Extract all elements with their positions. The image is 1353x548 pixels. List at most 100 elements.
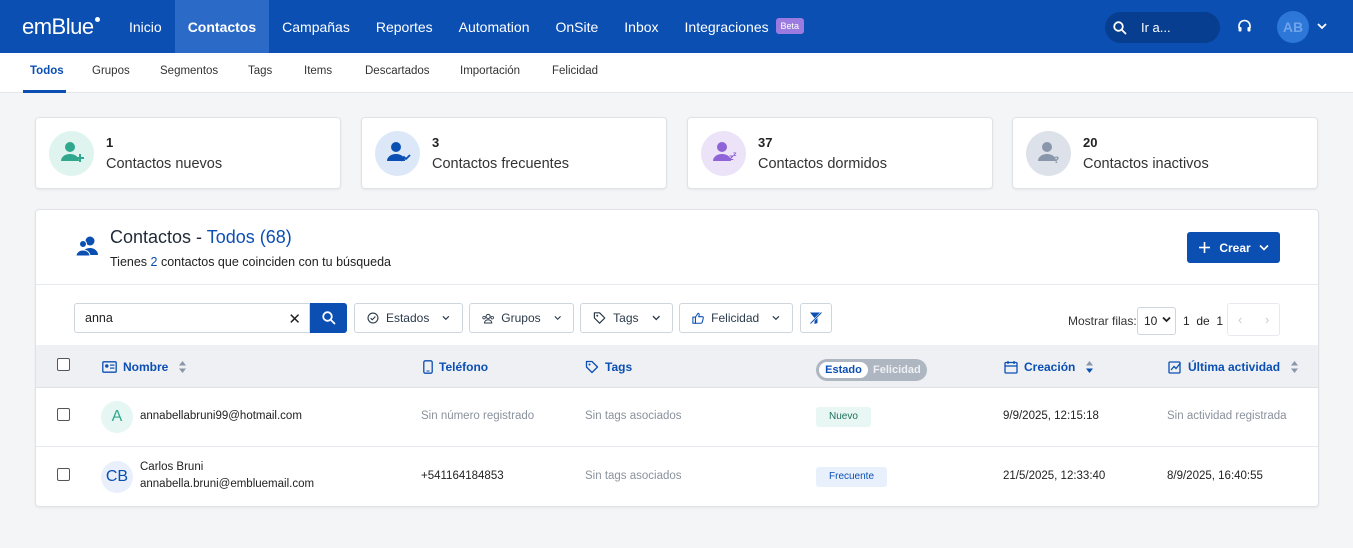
subnav-importacion[interactable]: Importación — [460, 65, 520, 77]
calendar-icon — [1004, 361, 1018, 374]
search-button[interactable] — [310, 303, 347, 333]
col-ultima-actividad[interactable]: Última actividad — [1168, 360, 1299, 374]
nav-automation[interactable]: Automation — [446, 0, 543, 53]
stat-card-dormant[interactable]: zz 37 Contactos dormidos — [687, 117, 993, 189]
filter-grupos-button[interactable]: Grupos — [469, 303, 574, 333]
stat-label: Contactos frecuentes — [432, 156, 570, 172]
plus-icon — [1199, 242, 1211, 253]
contact-card-icon — [102, 361, 117, 373]
user-sleep-icon: zz — [701, 131, 746, 176]
subnav-tags[interactable]: Tags — [248, 65, 272, 77]
contact-last-activity: Sin actividad registrada — [1167, 410, 1287, 422]
sort-icon[interactable] — [1085, 360, 1094, 374]
contacts-group-icon — [75, 236, 98, 257]
rows-per-page-select[interactable]: 10 — [1137, 307, 1176, 335]
col-nombre[interactable]: Nombre — [102, 360, 187, 374]
row-checkbox[interactable] — [57, 408, 70, 421]
chevron-down-icon[interactable] — [1317, 22, 1327, 30]
nav-inicio[interactable]: Inicio — [116, 0, 175, 53]
stat-count: 37 — [758, 135, 773, 150]
sort-icon[interactable] — [178, 360, 187, 374]
contact-email[interactable]: annabellabruni99@hotmail.com — [140, 410, 302, 422]
clear-filters-button[interactable] — [800, 303, 832, 333]
contact-phone: +541164184853 — [421, 470, 504, 482]
chevron-down-icon — [1162, 316, 1171, 323]
create-button[interactable]: Crear — [1187, 232, 1280, 263]
col-tags: Tags — [585, 360, 632, 374]
nav-campanas[interactable]: Campañas — [269, 0, 363, 53]
stat-label: Contactos inactivos — [1083, 156, 1209, 172]
stat-count: 3 — [432, 135, 440, 150]
stat-card-new[interactable]: 1 Contactos nuevos — [35, 117, 341, 189]
avatar: A — [101, 401, 133, 433]
filter-tags-button[interactable]: Tags — [580, 303, 673, 333]
search-field[interactable]: ✕ — [74, 303, 310, 333]
chevron-down-icon — [1259, 244, 1269, 251]
search-icon — [321, 311, 335, 325]
search-icon — [1113, 20, 1127, 34]
user-trend-icon — [375, 131, 420, 176]
check-circle-icon — [367, 312, 379, 324]
subnav-items[interactable]: Items — [304, 65, 332, 77]
chevron-down-icon — [652, 315, 660, 321]
top-navbar: emBlue Inicio Contactos Campañas Reporte… — [0, 0, 1353, 53]
svg-text:z: z — [733, 151, 737, 158]
pagination: ‹ › — [1227, 303, 1280, 336]
contact-last-activity: 8/9/2025, 16:40:55 — [1167, 470, 1263, 482]
contact-tags: Sin tags asociados — [585, 470, 682, 482]
stat-count: 1 — [106, 135, 114, 150]
subnav-descartados[interactable]: Descartados — [365, 65, 430, 77]
stat-card-frequent[interactable]: 3 Contactos frecuentes — [361, 117, 667, 189]
contact-email[interactable]: annabella.bruni@embluemail.com — [140, 478, 314, 490]
table-row[interactable]: CB Carlos Bruni annabella.bruni@embluema… — [36, 448, 1318, 507]
subnav-grupos[interactable]: Grupos — [92, 65, 130, 77]
avatar: CB — [101, 461, 133, 493]
divider — [36, 284, 1318, 285]
contact-name[interactable]: Carlos Bruni — [140, 461, 203, 473]
contact-created: 21/5/2025, 12:33:40 — [1003, 470, 1106, 482]
nav-onsite[interactable]: OnSite — [542, 0, 611, 53]
sort-icon[interactable] — [1290, 360, 1299, 374]
toggle-estado[interactable]: Estado — [819, 362, 868, 378]
contact-phone: Sin número registrado — [421, 410, 535, 422]
filter-felicidad-button[interactable]: Felicidad — [679, 303, 793, 333]
stat-label: Contactos dormidos — [758, 156, 887, 172]
headset-icon[interactable] — [1237, 19, 1252, 34]
goto-search[interactable]: Ir a... — [1105, 12, 1220, 43]
tag-icon — [585, 360, 599, 374]
emblue-logo[interactable]: emBlue — [22, 14, 100, 40]
contact-tags: Sin tags asociados — [585, 410, 682, 422]
next-page-icon[interactable]: › — [1265, 312, 1269, 327]
group-icon — [482, 313, 494, 323]
stat-label: Contactos nuevos — [106, 156, 223, 172]
col-creacion[interactable]: Creación — [1004, 360, 1094, 374]
select-all-checkbox[interactable] — [57, 358, 70, 371]
prev-page-icon[interactable]: ‹ — [1238, 312, 1242, 327]
subnav-segmentos[interactable]: Segmentos — [160, 65, 218, 77]
nav-contactos[interactable]: Contactos — [174, 0, 270, 53]
nav-reportes[interactable]: Reportes — [363, 0, 446, 53]
clear-search-icon[interactable]: ✕ — [288, 310, 301, 328]
contacts-panel: Contactos - Todos (68) Tienes 2 contacto… — [35, 209, 1319, 507]
stat-card-inactive[interactable]: ? 20 Contactos inactivos — [1012, 117, 1318, 189]
user-add-icon — [49, 131, 94, 176]
goto-placeholder: Ir a... — [1141, 20, 1171, 35]
subnav-felicidad[interactable]: Felicidad — [552, 65, 598, 77]
rows-per-page-label: Mostrar filas: — [1068, 314, 1137, 328]
filter-estados-button[interactable]: Estados — [354, 303, 463, 333]
search-input[interactable] — [75, 304, 275, 332]
estado-felicidad-toggle[interactable]: Estado Felicidad — [816, 359, 927, 381]
page-title: Contactos - Todos (68) — [110, 227, 292, 247]
row-checkbox[interactable] — [57, 468, 70, 481]
user-avatar[interactable]: AB — [1277, 11, 1309, 43]
phone-icon — [423, 360, 433, 374]
nav-integraciones[interactable]: Integraciones Beta — [672, 0, 817, 53]
subnav-todos[interactable]: Todos — [30, 65, 64, 77]
filter-clear-icon — [809, 311, 823, 325]
activity-chart-icon — [1168, 361, 1182, 374]
toggle-felicidad[interactable]: Felicidad — [873, 362, 921, 378]
table-row[interactable]: A annabellabruni99@hotmail.com Sin númer… — [36, 388, 1318, 447]
status-badge: Nuevo — [816, 407, 871, 427]
beta-badge: Beta — [775, 18, 805, 35]
nav-inbox[interactable]: Inbox — [611, 0, 671, 53]
